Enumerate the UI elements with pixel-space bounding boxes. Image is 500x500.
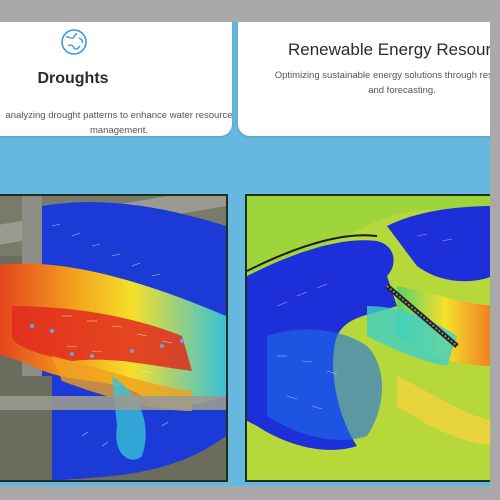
card-title: Renewable Energy Resources [288,40,490,59]
screen-top-border [0,0,500,22]
services-section: Droughts analyzing drought patterns to e… [0,22,490,486]
card-description-line1: analyzing drought patterns to enhance wa… [5,110,233,121]
globe-icon [60,28,88,56]
screen-right-border [490,0,500,500]
renewable-energy-card[interactable]: Renewable Energy Resources Optimizing su… [238,22,490,136]
flood-velocity-map [0,194,228,482]
dam-flow-simulation [245,194,490,482]
droughts-card[interactable]: Droughts analyzing drought patterns to e… [0,22,233,136]
card-description-line2: and forecasting. [368,85,436,96]
card-description-line2: management. [89,125,149,136]
screen-bottom-border [0,486,500,500]
card-title: Droughts [37,70,109,87]
card-description-line1: Optimizing sustainable energy solutions … [274,70,490,81]
